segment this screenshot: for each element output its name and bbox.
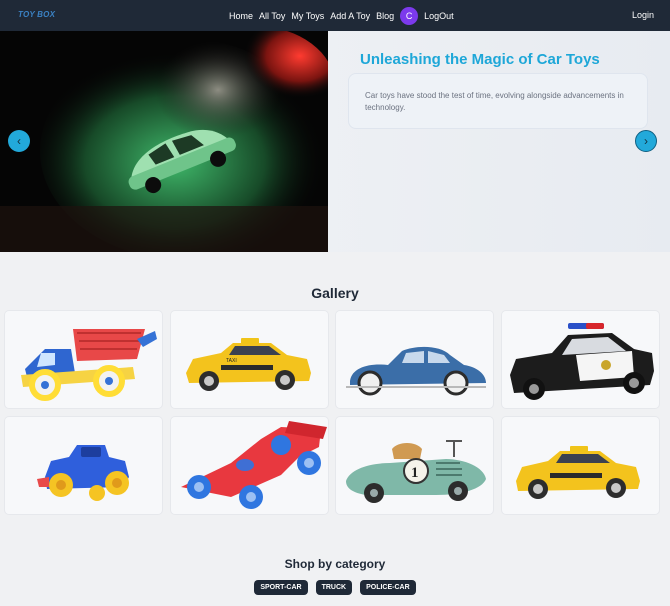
tab-sport-car[interactable]: SPORT-CAR xyxy=(254,580,308,595)
hero-title: Unleashing the Magic of Car Toys xyxy=(360,51,600,68)
tab-police-car[interactable]: POLICE-CAR xyxy=(360,580,416,595)
site-logo[interactable]: TOY BOX xyxy=(18,10,55,19)
hero-image xyxy=(0,31,328,252)
gallery-item-race-car[interactable] xyxy=(171,417,328,514)
logout-link[interactable]: LogOut xyxy=(424,11,454,21)
race-car-toy-image xyxy=(181,421,327,509)
tab-truck[interactable]: TRUCK xyxy=(315,580,353,595)
gallery-item-dump-truck[interactable] xyxy=(5,311,162,408)
gallery-title: Gallery xyxy=(311,285,359,301)
child-with-toy-car-photo xyxy=(0,31,328,252)
taxi-toy-small-image xyxy=(516,446,640,499)
retro-racer-toy-image: 1 xyxy=(346,440,486,503)
nav-home[interactable]: Home xyxy=(229,11,253,21)
gallery-item-blue-jeep[interactable] xyxy=(5,417,162,514)
navbar: TOY BOX Home All Toy My Toys Add A Toy B… xyxy=(0,0,670,31)
gallery-item-police-car[interactable] xyxy=(502,311,659,408)
hero-description: Car toys have stood the test of time, ev… xyxy=(365,91,624,112)
nav-my-toys[interactable]: My Toys xyxy=(291,11,324,21)
taxi-sign-text: TAXI xyxy=(226,358,237,364)
user-avatar[interactable]: C xyxy=(400,6,419,25)
nav-blog[interactable]: Blog xyxy=(376,11,394,21)
dump-truck-toy-image xyxy=(21,329,157,401)
hero-description-box: Car toys have stood the test of time, ev… xyxy=(348,73,648,129)
taxi-toy-image: TAXI xyxy=(186,338,311,391)
carousel-prev-button[interactable]: ‹ xyxy=(8,130,30,152)
nav-all-toy[interactable]: All Toy xyxy=(259,11,285,21)
gallery-item-taxi[interactable]: TAXI xyxy=(171,311,328,408)
hero-carousel: Unleashing the Magic of Car Toys Car toy… xyxy=(0,31,670,252)
nav-links: Home All Toy My Toys Add A Toy Blog C Lo… xyxy=(229,0,460,31)
vintage-blue-car-toy-image xyxy=(346,346,486,396)
gallery-item-taxi-small[interactable] xyxy=(502,417,659,514)
racer-number: 1 xyxy=(411,465,419,481)
gallery-item-vintage-car[interactable] xyxy=(336,311,493,408)
blue-jeep-toy-image xyxy=(37,445,129,501)
carousel-next-button[interactable]: › xyxy=(635,130,657,152)
shop-by-category-title: Shop by category xyxy=(284,557,386,571)
nav-add-toy[interactable]: Add A Toy xyxy=(330,11,370,21)
category-tabs: SPORT-CAR TRUCK POLICE-CAR xyxy=(0,580,670,595)
police-car-toy-image xyxy=(510,323,654,400)
login-link[interactable]: Login xyxy=(632,10,654,20)
gallery-item-retro-racer[interactable]: 1 xyxy=(336,417,493,514)
